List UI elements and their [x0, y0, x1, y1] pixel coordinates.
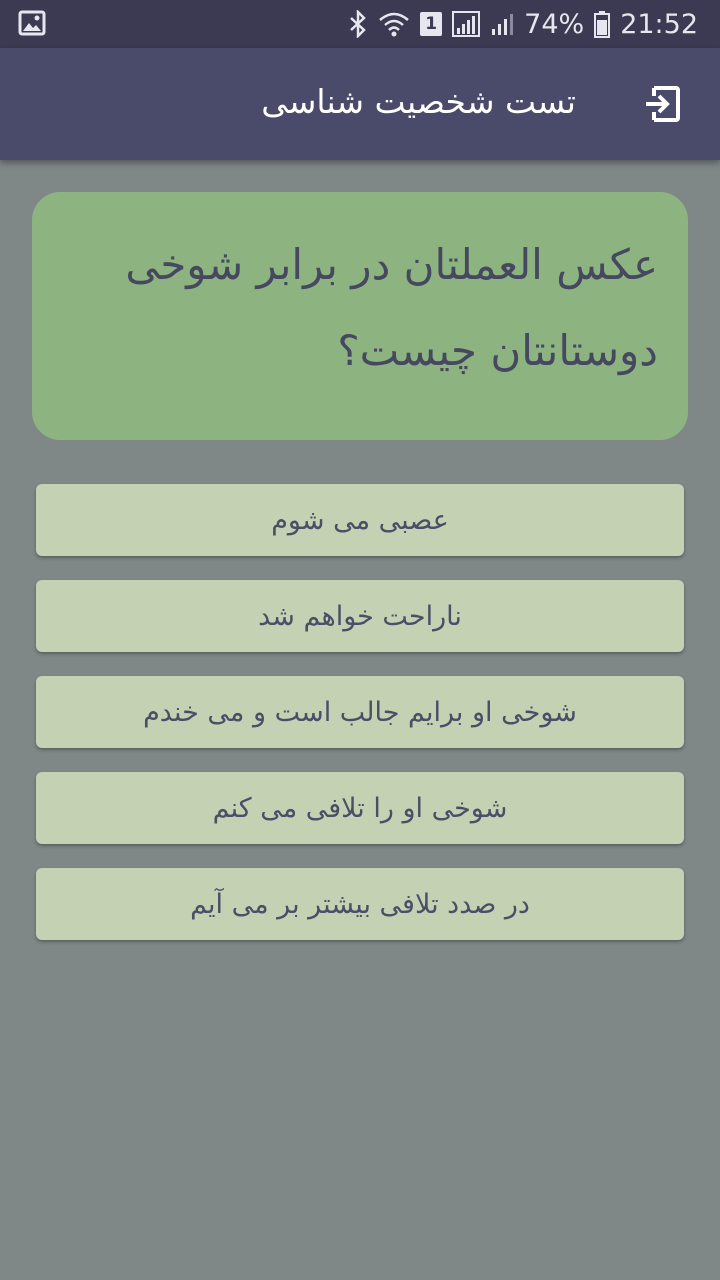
app-bar: تست شخصیت شناسی	[0, 48, 720, 160]
option-button-3[interactable]: شوخی او برایم جالب است و می خندم	[36, 676, 684, 748]
sim-icon: 1	[420, 12, 443, 36]
exit-button[interactable]	[632, 76, 692, 136]
answer-options: عصبی می شوم ناراحت خواهم شد شوخی او برای…	[36, 484, 684, 964]
option-button-5[interactable]: در صدد تلافی بیشتر بر می آیم	[36, 868, 684, 940]
status-time: 21:52	[620, 8, 698, 40]
signal-icon	[490, 11, 514, 37]
status-bar: 1 74% 21:52	[0, 0, 720, 48]
signal-icon	[452, 11, 481, 37]
bluetooth-icon	[348, 10, 368, 38]
page-title: تست شخصیت شناسی	[261, 82, 576, 121]
exit-icon	[642, 84, 682, 128]
option-button-2[interactable]: ناراحت خواهم شد	[36, 580, 684, 652]
question-text: عکس العملتان در برابر شوخی دوستانتان چیس…	[125, 240, 658, 375]
option-button-1[interactable]: عصبی می شوم	[36, 484, 684, 556]
option-button-4[interactable]: شوخی او را تلافی می کنم	[36, 772, 684, 844]
question-card: عکس العملتان در برابر شوخی دوستانتان چیس…	[32, 192, 688, 440]
battery-icon	[594, 10, 611, 38]
wifi-icon	[378, 11, 410, 37]
gallery-icon	[18, 10, 46, 40]
battery-percent: 74%	[524, 8, 585, 40]
